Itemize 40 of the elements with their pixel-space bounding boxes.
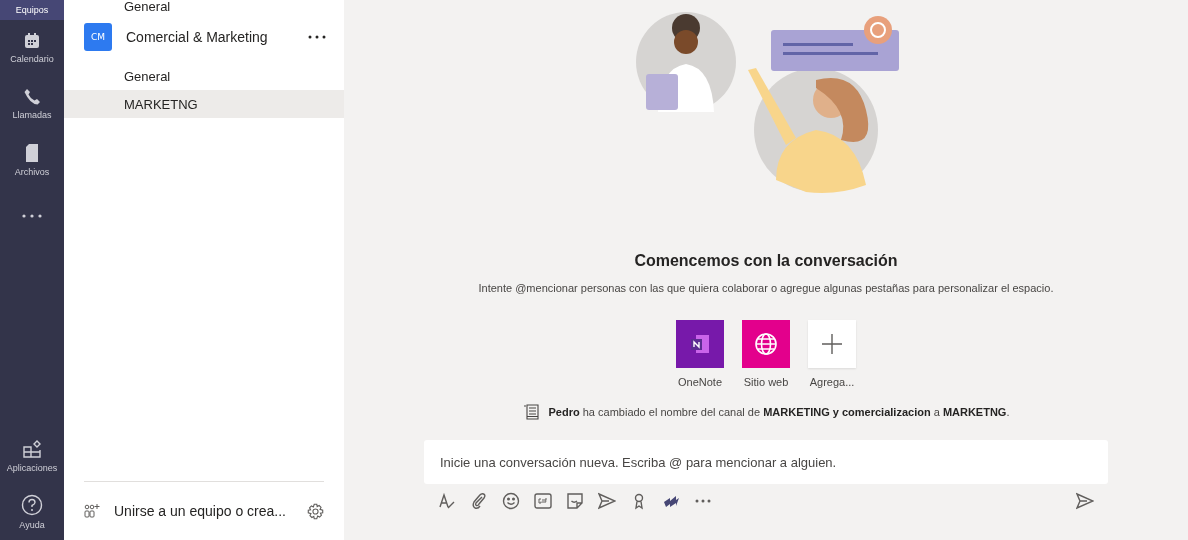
calendar-icon — [23, 32, 41, 50]
emoji-icon[interactable] — [500, 490, 522, 512]
team-name[interactable]: Comercial & Marketing — [126, 29, 294, 45]
app-tile[interactable] — [676, 320, 724, 368]
file-icon — [24, 143, 40, 163]
join-team-link[interactable]: Unirse a un equipo o crea... — [114, 503, 293, 519]
more-options-icon[interactable] — [308, 35, 326, 39]
app-label: Sitio web — [743, 376, 789, 388]
more-icon — [22, 214, 42, 218]
empty-state-heading: Comencemos con la conversación — [634, 252, 898, 270]
add-tab-tile[interactable] — [808, 320, 856, 368]
channel-item[interactable]: MARKETNG — [64, 90, 344, 118]
add-people-icon — [84, 503, 100, 519]
rail-item[interactable]: Equipos — [0, 0, 64, 20]
empty-state-subtitle: Intente @mencionar personas con las que quiera colaborar o agregue algunas pestañas para personalizar el espacio. — [478, 282, 1054, 294]
phone-icon — [23, 88, 41, 106]
rail-item[interactable]: Archivos — [0, 132, 64, 188]
plus-icon — [821, 333, 843, 355]
sticker-icon[interactable] — [564, 490, 586, 512]
gif-icon[interactable] — [532, 490, 554, 512]
app-label: Agrega... — [809, 376, 855, 388]
settings-icon[interactable] — [307, 502, 324, 520]
rail-item[interactable]: Calendario — [0, 20, 64, 76]
rail-item[interactable]: Llamadas — [0, 76, 64, 132]
help-icon — [21, 494, 43, 516]
send-icon[interactable] — [1074, 490, 1096, 512]
team-avatar: CM — [84, 23, 112, 51]
paper-plane-icon[interactable] — [596, 490, 618, 512]
channel-item[interactable]: General — [64, 0, 344, 12]
rail-item[interactable]: Aplicaciones — [0, 428, 64, 484]
channel-item[interactable]: General — [64, 62, 344, 90]
message-input-field[interactable]: Inicie una conversación nueva. Escriba @ para mencionar a alguien. — [424, 440, 1108, 484]
apps-icon — [22, 439, 42, 459]
rail-item[interactable]: Ayuda — [0, 484, 64, 540]
app-tile[interactable] — [742, 320, 790, 368]
globe-icon — [754, 332, 778, 356]
document-icon — [522, 404, 539, 420]
channel-rename-message: Pedro ha cambiado el nombre del canal de MARKETING y comercializacion a MARKETNG. — [548, 406, 1010, 418]
notebook-icon — [688, 332, 712, 356]
app-label: OneNote — [678, 376, 722, 388]
